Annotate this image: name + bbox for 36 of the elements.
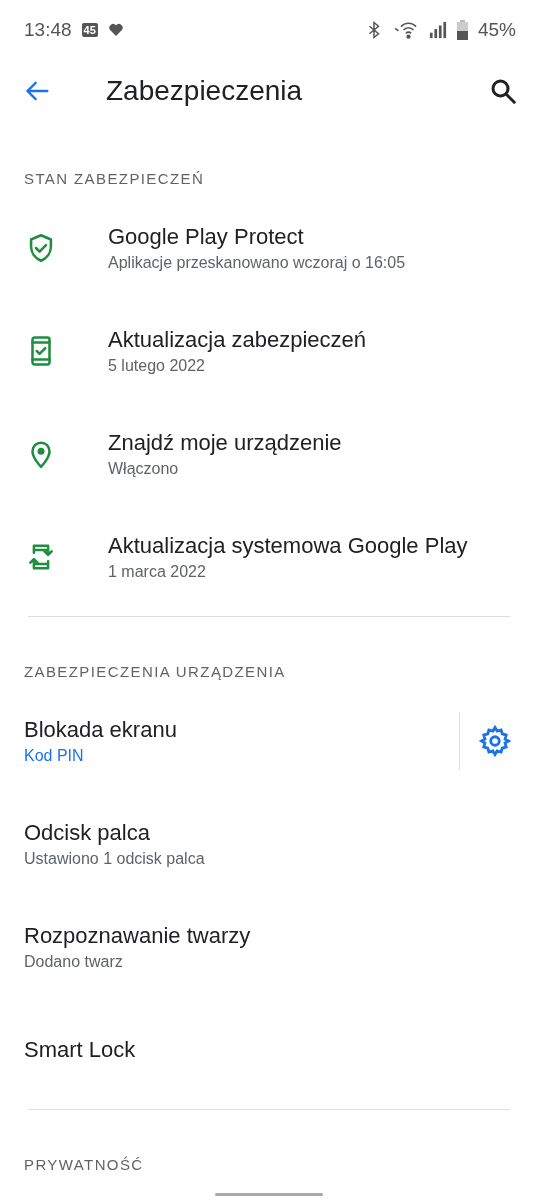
item-title: Blokada ekranu <box>24 716 178 743</box>
section-header: ZABEZPIECZENIA URZĄDZENIA <box>23 662 287 682</box>
settings-icon <box>478 723 512 758</box>
item-title: Znajdź moje urządzenie <box>108 429 343 456</box>
item-subtitle: 1 marca 2022 <box>108 562 207 581</box>
item-subtitle: Ustawiono 1 odcisk palca <box>24 849 206 868</box>
page-title: Zabezpieczenia <box>106 75 304 107</box>
settings-item[interactable]: Odcisk palca Ustawiono 1 odcisk palca <box>0 792 540 895</box>
signal-icon <box>428 21 447 39</box>
section-header: STAN ZABEZPIECZEŃ <box>23 169 206 189</box>
settings-item[interactable]: Znajdź moje urządzenie Włączono <box>0 402 540 505</box>
item-subtitle: Włączono <box>108 459 180 478</box>
battery-percentage: 45% <box>477 19 516 41</box>
section-header: PRYWATNOŚĆ <box>23 1155 145 1174</box>
item-title: Google Play Protect <box>108 223 305 250</box>
notification-badge: 45 <box>81 23 98 37</box>
settings-item[interactable]: Google Play Protect Aplikacje przeskanowano wczoraj o 16:05 <box>0 196 540 299</box>
item-subtitle: Aplikacje przeskanowano wczoraj o 16:05 <box>108 253 407 272</box>
item-title: Rozpoznawanie twarzy <box>24 922 252 949</box>
item-title: Odcisk palca <box>24 819 151 846</box>
item-title: Aktualizacja systemowa Google Play <box>108 532 469 559</box>
item-subtitle: Kod PIN <box>24 746 85 765</box>
item-subtitle: Dodano twarz <box>24 952 124 971</box>
wifi-icon <box>392 20 419 40</box>
item-title: Smart Lock <box>24 1036 137 1063</box>
item-subtitle: 5 lutego 2022 <box>108 356 206 375</box>
settings-item[interactable]: Blokada ekranu Kod PIN <box>0 689 540 792</box>
battery-icon <box>456 20 468 40</box>
heart-icon <box>107 22 124 38</box>
settings-item[interactable]: Rozpoznawanie twarzy Dodano twarz <box>0 895 540 998</box>
status-time: 13:48 <box>24 19 72 41</box>
settings-item[interactable]: Aktualizacja systemowa Google Play 1 marca 2022 <box>0 505 540 608</box>
settings-item[interactable]: Smart Lock <box>0 998 540 1101</box>
settings-item[interactable]: Aktualizacja zabezpieczeń 5 lutego 2022 <box>0 299 540 402</box>
item-title: Aktualizacja zabezpieczeń <box>108 326 368 353</box>
navigation-handle[interactable] <box>215 1193 323 1196</box>
